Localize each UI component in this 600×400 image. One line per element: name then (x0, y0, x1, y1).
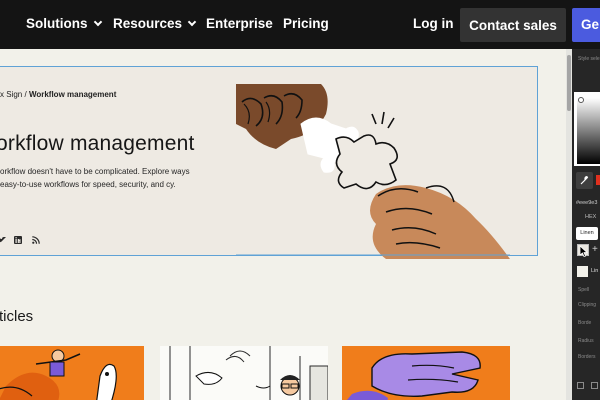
rss-icon[interactable] (32, 236, 40, 244)
eyedropper-button[interactable] (576, 172, 593, 189)
nav-solutions[interactable]: Solutions (26, 16, 102, 31)
border-style-icon[interactable] (577, 382, 584, 389)
linkedin-icon[interactable] (14, 236, 22, 244)
contact-sales-button[interactable]: Contact sales (460, 8, 566, 42)
articles-heading: rticles (0, 308, 34, 325)
color-picker-handle[interactable] (578, 97, 584, 103)
spell-label: Spell (578, 287, 590, 293)
article-card-1[interactable] (0, 346, 144, 400)
color-preview-swatch (596, 175, 600, 185)
breadcrumb-parent[interactable]: x Sign (0, 90, 22, 99)
nav-enterprise-label: Enterprise (206, 16, 273, 31)
puzzle-hands-illustration (236, 84, 510, 259)
nav-resources[interactable]: Resources (113, 16, 197, 31)
chevron-down-icon (93, 17, 102, 27)
nav-pricing[interactable]: Pricing (283, 16, 329, 31)
nav-enterprise[interactable]: Enterprise (206, 16, 273, 31)
chevron-down-icon (187, 17, 197, 27)
twitter-icon[interactable] (0, 236, 6, 244)
nav-resources-label: Resources (113, 16, 183, 31)
eyedropper-icon (580, 176, 589, 185)
scrollbar-thumb[interactable] (567, 55, 571, 111)
nav-pricing-label: Pricing (283, 16, 329, 31)
hero-description: orkflow doesn't have to be complicated. … (0, 167, 190, 189)
article-card-3[interactable] (342, 346, 510, 400)
add-swatch-icon[interactable]: + (592, 244, 598, 255)
clipping-label: Clipping (578, 302, 597, 308)
breadcrumb: x Sign / Workflow management (0, 90, 116, 99)
swatch-tooltip: Linen (576, 227, 598, 240)
radius-label: Radius (578, 338, 594, 344)
page-title: orkflow management (0, 132, 195, 155)
nav-solutions-label: Solutions (26, 16, 88, 31)
get-started-button[interactable]: Ge (572, 8, 600, 42)
borders-label: Borders (578, 354, 596, 360)
breadcrumb-current: Workflow management (28, 90, 117, 99)
breadcrumb-separator: / (24, 90, 27, 99)
hex-value-input[interactable]: #eee9e3 (576, 200, 597, 206)
hex-mode-label[interactable]: HEX (585, 214, 596, 220)
swatch-name: Lin (591, 268, 599, 274)
mouse-cursor-icon (580, 246, 588, 257)
borders-section-label: Borde (578, 320, 592, 326)
login-link[interactable]: Log in (413, 16, 454, 31)
color-gradient-area[interactable] (577, 98, 600, 164)
border-side-icon[interactable] (591, 382, 598, 389)
article-card-2[interactable] (160, 346, 328, 400)
style-selector-label: Style sele (578, 56, 600, 62)
selected-color-swatch[interactable] (577, 266, 588, 277)
